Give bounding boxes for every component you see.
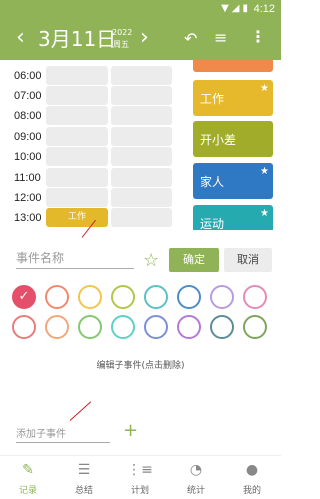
category-card-sport[interactable]: 运动 ★ <box>193 205 273 230</box>
hour-label: 08:00 <box>14 110 42 122</box>
color-swatch[interactable] <box>45 285 69 309</box>
tab-me[interactable]: ● 我的 <box>224 456 280 499</box>
color-swatch[interactable] <box>78 285 102 309</box>
time-slot[interactable] <box>46 147 108 166</box>
color-swatch[interactable] <box>12 315 36 339</box>
color-swatch[interactable] <box>210 285 234 309</box>
hour-row: 11:00 <box>0 167 180 187</box>
tab-label: 总结 <box>74 486 93 496</box>
time-slot[interactable] <box>111 66 172 85</box>
app-bar: ‹ 3月11日 2022 周五 › ↶ ≡ ⋮ <box>0 20 281 60</box>
category-label: 家人 <box>200 175 225 189</box>
tab-label: 计划 <box>130 486 149 496</box>
color-swatch[interactable] <box>210 315 234 339</box>
pie-chart-icon: ◔ <box>189 462 203 478</box>
hour-row: 12:00 <box>0 187 180 207</box>
hour-label: 09:00 <box>14 131 42 143</box>
pen-icon: ✎ <box>22 462 34 478</box>
color-swatch[interactable] <box>144 315 168 339</box>
time-slot[interactable] <box>46 188 108 207</box>
list-menu-icon[interactable]: ≡ <box>214 28 227 47</box>
category-label: 工作 <box>200 92 225 106</box>
status-bar: ▼◢▮ 4:12 <box>0 0 281 20</box>
hour-row: 07:00 <box>0 85 180 105</box>
undo-icon[interactable]: ↶ <box>184 29 197 48</box>
time-slot[interactable] <box>46 168 108 187</box>
summary-icon: ☰ <box>77 462 91 478</box>
plan-icon: ⋮≡ <box>127 462 153 478</box>
status-time: 4:12 <box>253 3 275 15</box>
confirm-button[interactable]: 确定 <box>169 248 219 272</box>
star-icon: ★ <box>260 83 269 94</box>
color-swatch[interactable] <box>111 285 135 309</box>
status-icons: ▼◢▮ <box>221 3 251 14</box>
color-swatch-selected[interactable]: ✓ <box>12 285 36 309</box>
tab-label: 记录 <box>18 486 37 496</box>
prev-day-button[interactable]: ‹ <box>16 26 25 50</box>
tab-record[interactable]: ✎ 记录 <box>0 456 56 499</box>
hour-row: 09:00 <box>0 126 180 146</box>
time-slot[interactable] <box>46 86 108 105</box>
color-picker: ✓ <box>12 285 274 345</box>
hour-label: 07:00 <box>14 90 42 102</box>
star-icon: ★ <box>260 208 269 219</box>
time-slot[interactable] <box>111 208 172 227</box>
color-swatch[interactable] <box>78 315 102 339</box>
hour-row: 13:00 工作 <box>0 207 180 227</box>
time-slot[interactable] <box>111 188 172 207</box>
time-slot[interactable] <box>111 168 172 187</box>
category-card-work[interactable]: 工作 ★ <box>193 80 273 116</box>
hour-row: 06:00 <box>0 65 180 85</box>
next-day-button[interactable]: › <box>140 26 149 50</box>
annotation-arrow <box>69 401 92 421</box>
user-icon: ● <box>245 462 259 478</box>
color-swatch[interactable] <box>177 285 201 309</box>
time-slot[interactable] <box>111 86 172 105</box>
tab-stats[interactable]: ◔ 统计 <box>168 456 224 499</box>
time-slot[interactable] <box>46 127 108 146</box>
time-slot[interactable] <box>111 127 172 146</box>
category-card-slack-off[interactable]: 开小差 <box>193 121 273 157</box>
subevent-hint: 编辑子事件(点击删除) <box>96 361 185 371</box>
time-slot[interactable] <box>111 106 172 125</box>
tab-label: 我的 <box>242 486 261 496</box>
hour-label: 13:00 <box>14 212 42 224</box>
hour-row: 10:00 <box>0 146 180 166</box>
event-name-input[interactable]: 事件名称 <box>16 247 134 269</box>
weekday-label: 周五 <box>113 40 129 49</box>
year-label: 2022 <box>112 28 133 37</box>
color-swatch[interactable] <box>111 315 135 339</box>
cancel-button[interactable]: 取消 <box>224 248 272 272</box>
tab-label: 统计 <box>186 486 205 496</box>
color-swatch[interactable] <box>243 285 267 309</box>
color-swatch[interactable] <box>144 285 168 309</box>
tab-plan[interactable]: ⋮≡ 计划 <box>112 456 168 499</box>
time-slot[interactable] <box>46 106 108 125</box>
more-options-icon[interactable]: ⋮ <box>250 27 266 46</box>
hour-label: 06:00 <box>14 70 42 82</box>
hour-row: 08:00 <box>0 105 180 125</box>
category-label: 运动 <box>200 217 225 230</box>
event-block[interactable]: 工作 <box>46 208 108 227</box>
category-label: 开小差 <box>200 133 237 147</box>
color-swatch[interactable] <box>243 315 267 339</box>
hour-label: 10:00 <box>14 151 42 163</box>
add-subevent-input[interactable]: 添加子事件 <box>16 425 110 443</box>
color-swatch[interactable] <box>45 315 69 339</box>
category-card-family[interactable]: 家人 ★ <box>193 163 273 199</box>
category-card-partial[interactable] <box>193 60 273 72</box>
add-icon[interactable]: + <box>123 422 138 440</box>
time-slot[interactable] <box>111 147 172 166</box>
color-swatch[interactable] <box>177 315 201 339</box>
hour-label: 11:00 <box>14 172 41 184</box>
star-outline-icon[interactable]: ☆ <box>143 250 159 271</box>
schedule-grid: 06:00 07:00 08:00 09:00 10:00 11:00 12:0… <box>0 60 281 230</box>
bottom-tab-bar: ✎ 记录 ☰ 总结 ⋮≡ 计划 ◔ 统计 ● 我的 <box>0 455 281 499</box>
time-slot[interactable] <box>46 66 108 85</box>
date-title[interactable]: 3月11日 <box>38 26 116 52</box>
star-icon: ★ <box>260 166 269 177</box>
hour-label: 12:00 <box>14 192 42 204</box>
tab-summary[interactable]: ☰ 总结 <box>56 456 112 499</box>
